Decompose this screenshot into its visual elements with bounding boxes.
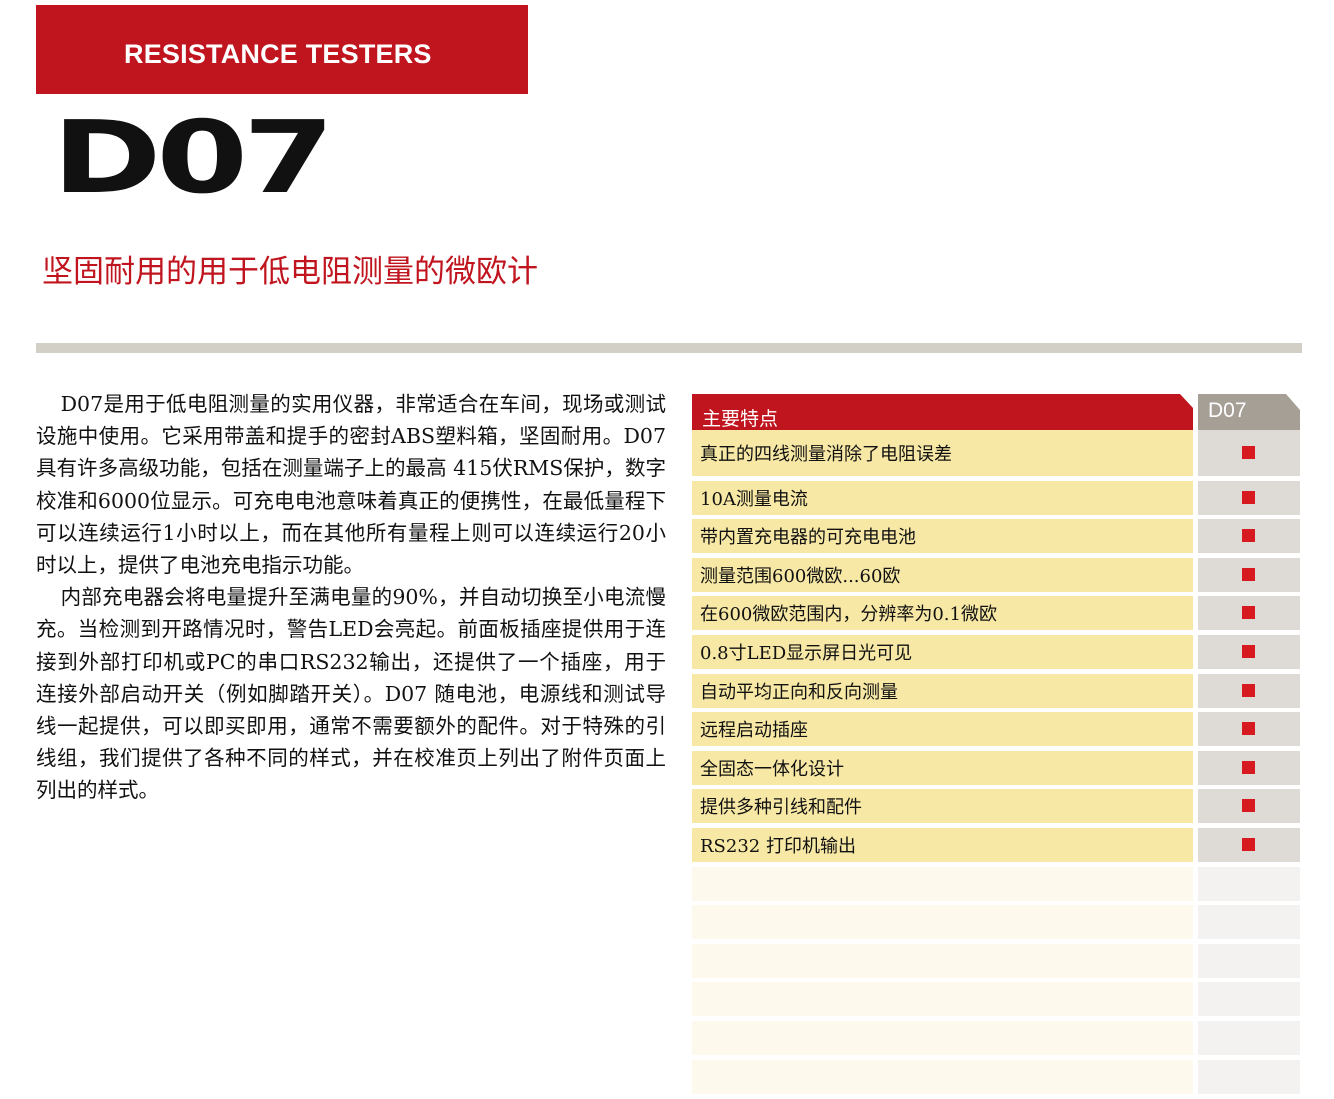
table-row: 真正的四线测量消除了电阻误差: [692, 430, 1300, 476]
feature-label: 在600微欧范围内，分辨率为0.1微欧: [700, 604, 997, 626]
empty-feature-cell: [692, 866, 1193, 901]
empty-table-row: [692, 982, 1300, 1017]
model-cell: [1198, 673, 1300, 708]
model-cell: [1198, 789, 1300, 824]
model-cell: [1198, 519, 1300, 554]
table-row: 测量范围600微欧...60欧: [692, 557, 1300, 592]
feature-label: 带内置充电器的可充电电池: [700, 527, 916, 549]
red-square-icon: [1242, 606, 1255, 620]
empty-model-cell: [1198, 1059, 1300, 1094]
model-cell: [1198, 750, 1300, 785]
empty-model-cell: [1198, 943, 1300, 978]
empty-model-cell: [1198, 866, 1300, 901]
table-row: 10A测量电流: [692, 480, 1300, 515]
feature-label: RS232 打印机输出: [700, 835, 856, 857]
features-table: 主要特点 D07 真正的四线测量消除了电阻误差 10A测量电流带内置充电器的可充电…: [692, 394, 1300, 1094]
feature-cell: 提供多种引线和配件: [692, 789, 1193, 824]
feature-cell: 真正的四线测量消除了电阻误差: [692, 430, 1193, 476]
feature-cell: 远程启动插座: [692, 712, 1193, 747]
feature-label: 自动平均正向和反向测量: [700, 681, 898, 703]
model-cell: [1198, 480, 1300, 515]
category-label: RESISTANCE TESTERS: [124, 39, 432, 69]
empty-feature-cell: [692, 982, 1193, 1017]
feature-label: 10A测量电流: [700, 488, 808, 510]
red-square-icon: [1242, 446, 1255, 459]
description-paragraph: D07是用于低电阻测量的实用仪器，非常适合在车间，现场或测试设施中使用。它采用带…: [36, 392, 666, 578]
table-row: RS232 打印机输出: [692, 827, 1300, 862]
model-cell: [1198, 634, 1300, 669]
empty-table-row: [692, 1020, 1300, 1055]
feature-cell: 在600微欧范围内，分辨率为0.1微欧: [692, 596, 1193, 631]
feature-cell: 测量范围600微欧...60欧: [692, 557, 1193, 592]
feature-label: 全固态一体化设计: [700, 758, 844, 780]
empty-feature-cell: [692, 943, 1193, 978]
table-row: 带内置充电器的可充电电池: [692, 519, 1300, 554]
model-column-label: D07: [1208, 399, 1247, 422]
feature-cell: 自动平均正向和反向测量: [692, 673, 1193, 708]
description: D07是用于低电阻测量的实用仪器，非常适合在车间，现场或测试设施中使用。它采用带…: [36, 388, 666, 807]
model-column-header: D07: [1198, 394, 1300, 430]
empty-table-row: [692, 1059, 1300, 1094]
model-cell: [1198, 712, 1300, 747]
category-banner: RESISTANCE TESTERS: [36, 5, 528, 94]
feature-cell: 0.8寸LED显示屏日光可见: [692, 634, 1193, 669]
feature-label: 0.8寸LED显示屏日光可见: [700, 642, 913, 664]
red-square-icon: [1242, 644, 1255, 658]
empty-table-row: [692, 943, 1300, 978]
red-square-icon: [1242, 760, 1255, 774]
red-square-icon: [1242, 683, 1255, 697]
description-paragraph: 内部充电器会将电量提升至满电量的90%，并自动切换至小电流慢充。当检测到开路情况…: [36, 585, 666, 803]
table-row: 提供多种引线和配件: [692, 789, 1300, 824]
red-square-icon: [1242, 490, 1255, 504]
empty-table-row: [692, 905, 1300, 940]
empty-model-cell: [1198, 1020, 1300, 1055]
model-cell: [1198, 596, 1300, 631]
features-table-body: 真正的四线测量消除了电阻误差 10A测量电流带内置充电器的可充电电池 测量范围600…: [692, 430, 1300, 1094]
empty-table-row: [692, 866, 1300, 901]
feature-label: 测量范围600微欧...60欧: [700, 565, 901, 587]
model-title: D07: [52, 99, 335, 216]
empty-model-cell: [1198, 982, 1300, 1017]
feature-cell: 带内置充电器的可充电电池: [692, 519, 1193, 554]
table-row: 全固态一体化设计: [692, 750, 1300, 785]
table-row: 自动平均正向和反向测量: [692, 673, 1300, 708]
red-square-icon: [1242, 799, 1255, 813]
empty-feature-cell: [692, 905, 1193, 940]
product-subtitle: 坚固耐用的用于低电阻测量的微欧计: [42, 254, 538, 290]
model-cell: [1198, 430, 1300, 476]
red-square-icon: [1242, 529, 1255, 543]
feature-column-header: 主要特点: [692, 394, 1193, 430]
empty-feature-cell: [692, 1020, 1193, 1055]
feature-label: 远程启动插座: [700, 720, 808, 742]
empty-model-cell: [1198, 905, 1300, 940]
red-square-icon: [1242, 567, 1255, 581]
feature-label: 提供多种引线和配件: [700, 797, 862, 819]
empty-feature-cell: [692, 1059, 1193, 1094]
table-row: 远程启动插座: [692, 712, 1300, 747]
feature-column-label: 主要特点: [702, 408, 779, 430]
model-cell: [1198, 557, 1300, 592]
feature-cell: RS232 打印机输出: [692, 827, 1193, 862]
table-row: 0.8寸LED显示屏日光可见: [692, 634, 1300, 669]
table-row: 在600微欧范围内，分辨率为0.1微欧: [692, 596, 1300, 631]
feature-cell: 10A测量电流: [692, 480, 1193, 515]
feature-label: 真正的四线测量消除了电阻误差: [700, 444, 952, 465]
model-cell: [1198, 827, 1300, 862]
red-square-icon: [1242, 837, 1255, 851]
red-square-icon: [1242, 722, 1255, 736]
features-table-header: 主要特点 D07: [692, 394, 1300, 430]
feature-cell: 全固态一体化设计: [692, 750, 1193, 785]
section-divider: [36, 343, 1302, 353]
